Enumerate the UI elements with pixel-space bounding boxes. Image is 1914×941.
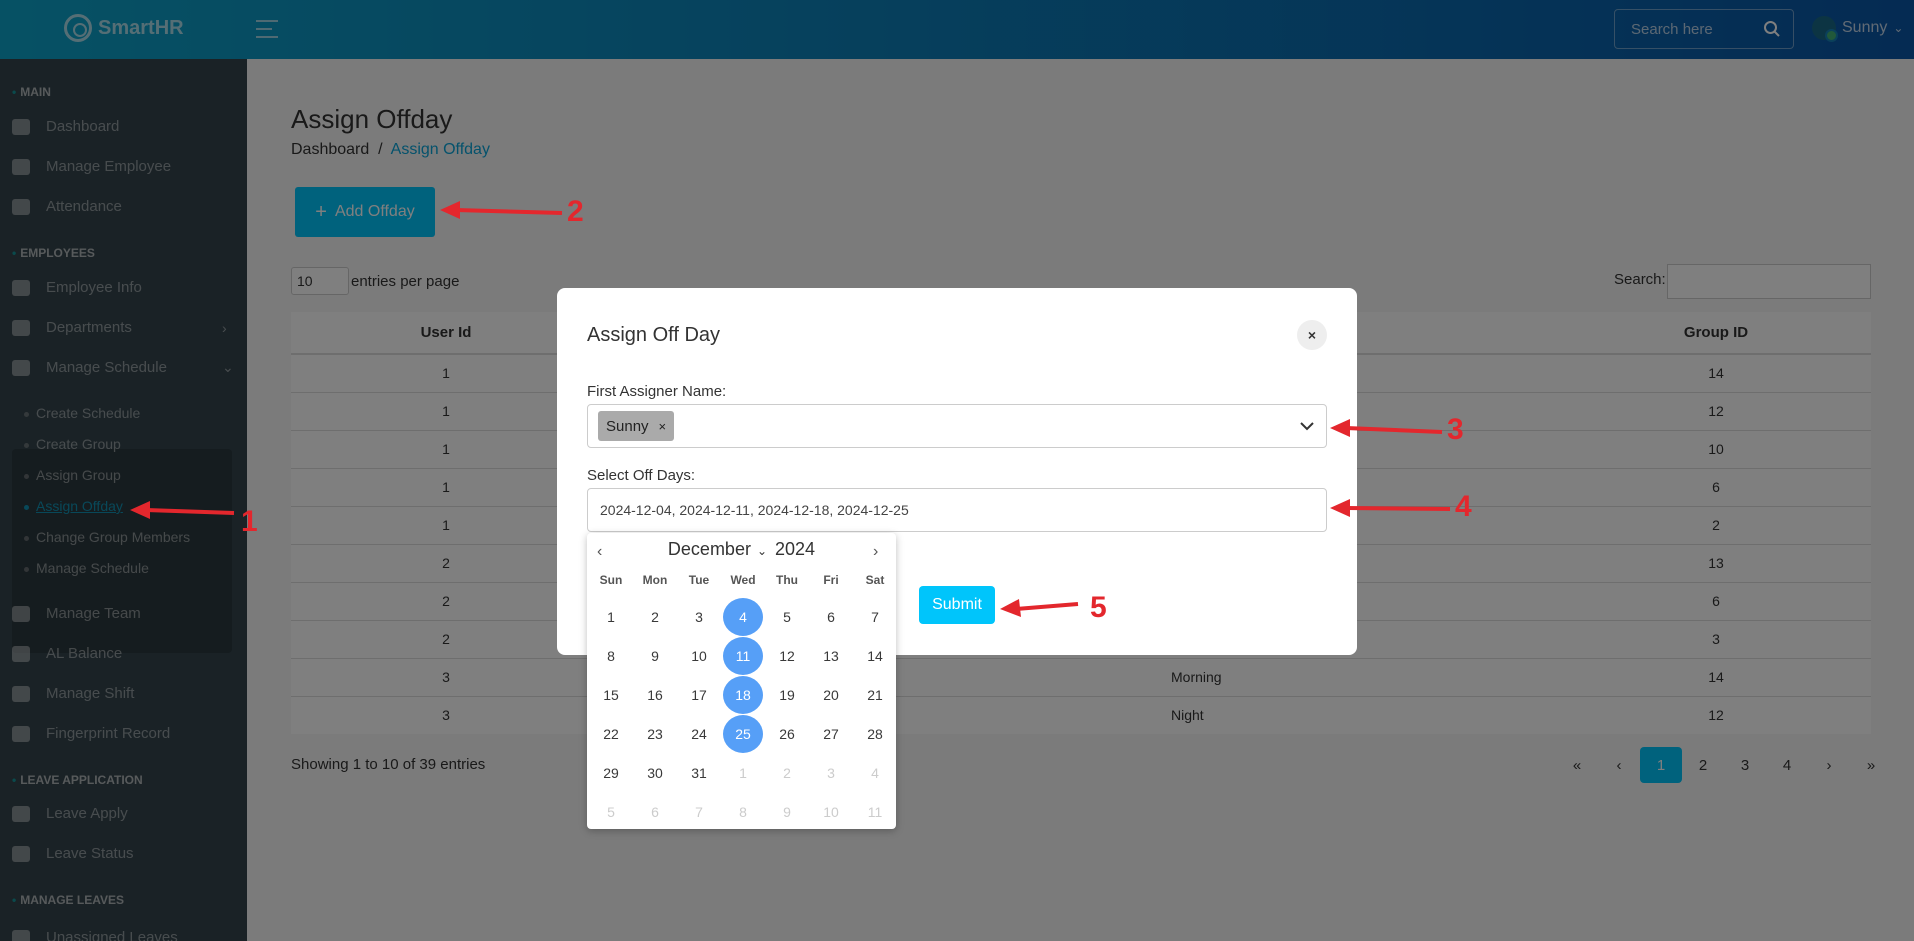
calendar-day[interactable]: 19 [767,676,807,714]
calendar-day[interactable]: 10 [679,637,719,675]
calendar-day[interactable]: 16 [635,676,675,714]
weekday-label: Fri [823,573,839,587]
assigner-select[interactable]: Sunny × [587,404,1327,448]
calendar-day[interactable]: 2 [635,598,675,636]
weekday-label: Sun [599,573,623,587]
calendar-day-selected[interactable]: 25 [723,715,763,753]
calendar-day-other-month[interactable]: 3 [811,754,851,792]
calendar-day[interactable]: 5 [767,598,807,636]
assigner-label: First Assigner Name: [587,383,727,400]
calendar-day[interactable]: 23 [635,715,675,753]
calendar-day-other-month[interactable]: 4 [855,754,895,792]
month-chevron-icon[interactable]: ⌄ [757,544,767,558]
annotation-label-1: 1 [241,505,258,538]
calendar-day[interactable]: 20 [811,676,851,714]
annotation-arrow-3 [1330,419,1443,437]
calendar-day-other-month[interactable]: 9 [767,793,807,831]
annotation-arrow-2 [440,201,563,219]
calendar-day-other-month[interactable]: 5 [591,793,631,831]
tag-remove-icon[interactable]: × [659,419,667,434]
offdays-input[interactable]: 2024-12-04, 2024-12-11, 2024-12-18, 2024… [587,488,1327,532]
calendar-day-selected[interactable]: 18 [723,676,763,714]
weekday-label: Tue [688,573,710,587]
submit-button[interactable]: Submit [919,586,995,624]
calendar-day[interactable]: 28 [855,715,895,753]
calendar-day[interactable]: 15 [591,676,631,714]
month-select[interactable]: December [668,539,751,559]
weekday-label: Thu [776,573,798,587]
calendar-day-selected[interactable]: 11 [723,637,763,675]
annotation-label-4: 4 [1455,490,1472,523]
calendar-day-other-month[interactable]: 8 [723,793,763,831]
calendar-day[interactable]: 7 [855,598,895,636]
calendar-day[interactable]: 8 [591,637,631,675]
weekday-label: Wed [730,573,756,587]
assigner-tag: Sunny × [598,411,675,441]
annotation-arrow-5 [1000,599,1079,617]
calendar-day[interactable]: 21 [855,676,895,714]
calendar-day[interactable]: 24 [679,715,719,753]
annotation-label-2: 2 [567,195,584,228]
year-input[interactable]: 2024 [775,539,815,559]
calendar-day[interactable]: 30 [635,754,675,792]
calendar-day[interactable]: 22 [591,715,631,753]
annotation-arrow-1 [130,501,235,519]
next-month-icon[interactable]: › [873,543,878,561]
calendar-day[interactable]: 6 [811,598,851,636]
calendar-day[interactable]: 29 [591,754,631,792]
calendar-day-other-month[interactable]: 11 [855,793,895,831]
modal-title: Assign Off Day [587,324,721,346]
calendar-day-other-month[interactable]: 1 [723,754,763,792]
calendar-day[interactable]: 13 [811,637,851,675]
calendar-day[interactable]: 9 [635,637,675,675]
assigner-tag-label: Sunny [606,417,649,435]
weekday-label: Mon [642,573,668,587]
calendar-day[interactable]: 12 [767,637,807,675]
annotation-label-3: 3 [1447,413,1464,446]
calendar-day[interactable]: 27 [811,715,851,753]
annotation-arrow-4 [1330,499,1451,517]
calendar-day[interactable]: 14 [855,637,895,675]
weekday-label: Sat [865,573,885,587]
calendar-header: December ⌄ 2024 [587,539,896,560]
annotation-label-5: 5 [1090,591,1107,624]
calendar-day[interactable]: 1 [591,598,631,636]
calendar-day-other-month[interactable]: 10 [811,793,851,831]
chevron-down-icon[interactable] [1298,417,1316,435]
close-icon[interactable]: × [1297,320,1327,350]
calendar-day[interactable]: 17 [679,676,719,714]
calendar-day-other-month[interactable]: 6 [635,793,675,831]
calendar-day-other-month[interactable]: 7 [679,793,719,831]
calendar-day[interactable]: 31 [679,754,719,792]
calendar-day[interactable]: 26 [767,715,807,753]
calendar-day-other-month[interactable]: 2 [767,754,807,792]
calendar-day[interactable]: 3 [679,598,719,636]
offdays-label: Select Off Days: [587,467,696,484]
date-picker: ‹ December ⌄ 2024 › Sun Mon Tue Wed Thu Fri Sat … [587,533,896,829]
calendar-day-selected[interactable]: 4 [723,598,763,636]
